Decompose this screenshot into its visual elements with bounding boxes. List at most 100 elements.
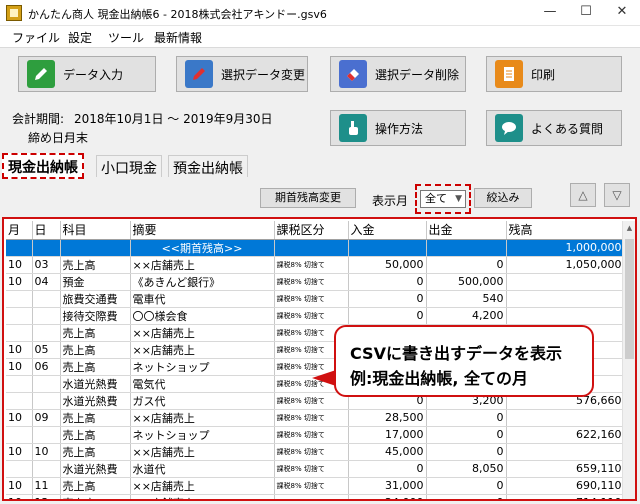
cell-account: 売上高 (60, 494, 131, 499)
cell-tax-category: 課税8% 切捨て (274, 409, 349, 427)
cell-month (6, 392, 33, 410)
edit-selected-button[interactable]: 選択データ変更 (176, 56, 308, 92)
cell-balance: 622,160 (506, 426, 624, 444)
cell-withdrawal (426, 239, 507, 257)
scrollbar-thumb[interactable] (625, 239, 634, 359)
cell-tax-category: 課税8% 切捨て (274, 392, 349, 410)
cell-account: 水道光熱費 (60, 375, 131, 393)
cell-month (6, 239, 33, 257)
cell-month: 10 (6, 477, 33, 495)
cell-description: 水道代 (130, 460, 275, 478)
cell-tax-category: 課税8% 切捨て (274, 256, 349, 274)
menu-news[interactable]: 最新情報 (154, 29, 202, 46)
cell-deposit: 0 (348, 273, 427, 291)
cell-day (32, 460, 61, 478)
cell-account: 売上高 (60, 409, 131, 427)
table-row[interactable]: 水道光熱費 水道代 課税8% 切捨て 0 8,050 659,110 (6, 460, 624, 478)
callout-line-1: CSVに書き出すデータを表示 (350, 344, 562, 363)
cell-description: ××店舗売上 (130, 341, 275, 359)
close-button[interactable]: ✕ (604, 0, 640, 26)
minimize-button[interactable]: — (532, 0, 568, 26)
cell-account: 接待交際費 (60, 307, 131, 325)
cell-balance: 1,050,000 (506, 256, 624, 274)
opening-balance-button[interactable]: 期首残高変更 (260, 188, 356, 208)
header-deposit[interactable]: 入金 (348, 221, 427, 240)
narrow-button[interactable]: 絞込み (474, 188, 532, 208)
cell-withdrawal: 8,050 (426, 460, 507, 478)
cell-description: ××店舗売上 (130, 443, 275, 461)
tab-cash-ledger[interactable]: 現金出納帳 (2, 153, 84, 179)
tab-deposit-ledger[interactable]: 預金出納帳 (168, 155, 248, 177)
hand-pointer-icon (339, 114, 367, 142)
table-header-row: 月 日 科目 摘要 課税区分 入金 出金 残高 (6, 221, 624, 240)
delete-selected-button[interactable]: 選択データ削除 (330, 56, 466, 92)
cell-account: 売上高 (60, 443, 131, 461)
table-row[interactable]: 10 11 売上高 ××店舗売上 課税8% 切捨て 31,000 0 690,110 (6, 477, 624, 495)
cell-month (6, 324, 33, 342)
cell-account (60, 239, 131, 257)
maximize-button[interactable]: ☐ (568, 0, 604, 26)
data-input-button[interactable]: データ入力 (18, 56, 156, 92)
period-value: 2018年10月1日 〜 2019年9月30日 (74, 112, 273, 126)
header-month[interactable]: 月 (6, 221, 33, 240)
cell-withdrawal: 4,200 (426, 307, 507, 325)
cell-withdrawal: 0 (426, 409, 507, 427)
move-up-button[interactable]: △ (570, 183, 596, 207)
table-row[interactable]: 10 10 売上高 ××店舗売上 課税8% 切捨て 45,000 0 (6, 443, 624, 461)
cell-account: 売上高 (60, 324, 131, 342)
edit-pencil-icon (185, 60, 213, 88)
cell-month (6, 290, 33, 308)
cell-day: 03 (32, 256, 61, 274)
cell-balance (506, 443, 624, 461)
print-label: 印刷 (531, 67, 556, 82)
cell-deposit (348, 239, 427, 257)
header-balance[interactable]: 残高 (506, 221, 624, 240)
cell-tax-category: 課税8% 切捨て (274, 290, 349, 308)
closing-label: 締め日: (28, 131, 69, 145)
cell-deposit: 17,000 (348, 426, 427, 444)
speech-bubble-icon (495, 114, 523, 142)
how-to-button[interactable]: 操作方法 (330, 110, 466, 146)
table-row[interactable]: 1012売上高××店舗売上課税8% 切捨て24,0000714,110 (6, 494, 624, 499)
how-to-label: 操作方法 (375, 121, 424, 136)
print-button[interactable]: 印刷 (486, 56, 622, 92)
menu-settings[interactable]: 設定 (68, 29, 92, 46)
table-row[interactable]: 10 09 売上高 ××店舗売上 課税8% 切捨て 28,500 0 (6, 409, 624, 427)
cell-withdrawal: 0 (426, 256, 507, 274)
move-down-button[interactable]: ▽ (604, 183, 630, 207)
cell-day: 05 (32, 341, 61, 359)
table-row[interactable]: 10 04 預金 《あきんど銀行》 課税8% 切捨て 0 500,000 (6, 273, 624, 291)
cell-description: <<期首残高>> (130, 239, 275, 257)
cell-description: 〇〇様会食 (130, 307, 275, 325)
tab-petty-cash[interactable]: 小口現金 (96, 155, 162, 177)
faq-button[interactable]: よくある質問 (486, 110, 622, 146)
scroll-up-icon[interactable]: ▲ (623, 221, 635, 235)
header-description[interactable]: 摘要 (130, 221, 275, 240)
cell-day (32, 375, 61, 393)
menu-tools[interactable]: ツール (108, 29, 144, 46)
month-select-highlight: 全て ▼ (415, 184, 471, 214)
cell-month (6, 307, 33, 325)
table-row[interactable]: 旅費交通費 電車代 課税8% 切捨て 0 540 (6, 290, 624, 308)
cell-account: 旅費交通費 (60, 290, 131, 308)
table-row[interactable]: 売上高 ネットショップ 課税8% 切捨て 17,000 0 622,160 (6, 426, 624, 444)
cell-deposit: 28,500 (348, 409, 427, 427)
table-row[interactable]: <<期首残高>> 1,000,000 (6, 239, 624, 257)
menu-file[interactable]: ファイル (12, 29, 60, 46)
month-select-value: 全て (425, 192, 447, 205)
vertical-scrollbar[interactable]: ▲ (622, 221, 635, 499)
table-row[interactable]: 10 03 売上高 ××店舗売上 課税8% 切捨て 50,000 0 1,050,000 (6, 256, 624, 274)
callout-pointer (312, 370, 336, 386)
month-select[interactable]: 全て ▼ (420, 190, 466, 208)
header-withdrawal[interactable]: 出金 (426, 221, 507, 240)
header-account[interactable]: 科目 (60, 221, 131, 240)
header-tax-category[interactable]: 課税区分 (274, 221, 349, 240)
table-row[interactable]: 接待交際費 〇〇様会食 課税8% 切捨て 0 4,200 (6, 307, 624, 325)
period-label: 会計期間: (12, 112, 65, 126)
cell-tax-category: 課税8% 切捨て (274, 443, 349, 461)
cell-description: 《あきんど銀行》 (130, 273, 275, 291)
header-day[interactable]: 日 (32, 221, 61, 240)
callout-box: CSVに書き出すデータを表示 例:現金出納帳, 全ての月 (334, 325, 594, 397)
cell-deposit: 31,000 (348, 477, 427, 495)
faq-label: よくある質問 (531, 121, 604, 136)
